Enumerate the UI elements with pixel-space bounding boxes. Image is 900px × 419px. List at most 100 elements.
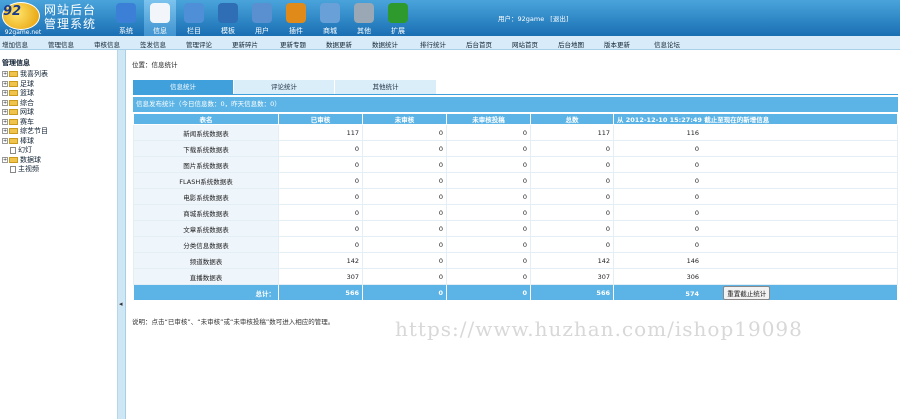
sidebar-item[interactable]: + 综艺节目 bbox=[2, 126, 48, 136]
expand-icon[interactable]: + bbox=[2, 80, 8, 87]
cell-count[interactable]: 307 bbox=[530, 268, 614, 285]
cell-count[interactable]: 0 bbox=[362, 140, 447, 157]
sidebar-item[interactable]: + 足球 bbox=[2, 79, 34, 89]
cell-count[interactable]: 0 bbox=[446, 268, 531, 285]
logout-link[interactable]: [退出] bbox=[550, 15, 568, 23]
sidebar-item[interactable]: 主视频 bbox=[2, 164, 39, 174]
cell-count[interactable]: 307 bbox=[278, 268, 363, 285]
expand-icon[interactable]: + bbox=[2, 71, 8, 77]
expand-icon[interactable]: + bbox=[2, 137, 8, 144]
cell-count[interactable]: 0 bbox=[446, 236, 531, 253]
submenu-item[interactable]: 增加信息 bbox=[2, 39, 28, 49]
cell-count[interactable]: 0 bbox=[530, 140, 614, 157]
reset-stats-button[interactable]: 重置截止统计 bbox=[723, 285, 771, 300]
cell-count[interactable]: 0 bbox=[362, 188, 447, 205]
cell-count[interactable]: 0 bbox=[446, 220, 531, 237]
expand-icon[interactable]: + bbox=[2, 109, 8, 115]
cell-count[interactable]: 142 bbox=[278, 252, 363, 269]
submenu-item[interactable]: 版本更新 bbox=[604, 39, 630, 49]
cell-value: 0 bbox=[354, 240, 359, 249]
cell-count[interactable]: 0 bbox=[362, 268, 447, 285]
cell-count[interactable]: 0 bbox=[530, 220, 614, 237]
cell-count[interactable]: 0 bbox=[362, 156, 447, 173]
cell-count[interactable]: 0 bbox=[278, 220, 363, 237]
submenu-item[interactable]: 审核信息 bbox=[94, 39, 120, 49]
top-nav-plus[interactable]: 扩展 bbox=[382, 0, 414, 36]
sidebar-item[interactable]: + 我喜列表 bbox=[2, 69, 48, 79]
cell-count[interactable]: 0 bbox=[446, 172, 531, 189]
submenu-item[interactable]: 签发信息 bbox=[140, 39, 166, 49]
cell-count[interactable]: 0 bbox=[530, 204, 614, 221]
expand-icon[interactable]: + bbox=[2, 156, 8, 163]
tab-info-stats[interactable]: 信息统计 bbox=[133, 80, 233, 94]
total-unapproved: 0 bbox=[362, 284, 447, 301]
submenu-item[interactable]: 管理评论 bbox=[186, 39, 212, 49]
collapse-arrow-icon[interactable]: ◂ bbox=[119, 300, 123, 308]
submenu-item[interactable]: 后台地图 bbox=[558, 39, 584, 49]
submenu-item[interactable]: 更新碎片 bbox=[232, 39, 258, 49]
submenu-item[interactable]: 后台首页 bbox=[466, 39, 492, 49]
cell-count[interactable]: 0 bbox=[446, 252, 531, 269]
sidebar-item[interactable]: + 综合 bbox=[2, 98, 34, 108]
cell-count[interactable]: 0 bbox=[446, 156, 531, 173]
cell-value: 307 bbox=[346, 272, 359, 281]
cell-count[interactable]: 0 bbox=[530, 172, 614, 189]
expand-icon[interactable]: + bbox=[2, 90, 8, 96]
cell-count[interactable]: 0 bbox=[530, 156, 614, 173]
cell-count[interactable]: 0 bbox=[530, 188, 614, 205]
cell-count[interactable]: 0 bbox=[446, 140, 531, 157]
cell-count[interactable]: 0 bbox=[530, 236, 614, 253]
cell-count[interactable]: 0 bbox=[362, 220, 447, 237]
cell-count[interactable]: 0 bbox=[362, 124, 447, 141]
top-nav-gear[interactable]: 其他 bbox=[348, 0, 380, 36]
submenu-item[interactable]: 信息论坛 bbox=[654, 39, 680, 49]
cell-count[interactable]: 142 bbox=[530, 252, 614, 269]
top-nav-document-edit[interactable]: 信息 bbox=[144, 0, 176, 36]
sidebar-title[interactable]: 管理信息 bbox=[2, 58, 30, 68]
top-nav-shop[interactable]: 商城 bbox=[314, 0, 346, 36]
cell-count[interactable]: 117 bbox=[530, 124, 614, 141]
submenu-item[interactable]: 更新专题 bbox=[280, 39, 306, 49]
cell-count[interactable]: 0 bbox=[278, 204, 363, 221]
expand-icon[interactable]: + bbox=[2, 118, 8, 125]
sidebar-item[interactable]: + 赛车 bbox=[2, 117, 34, 127]
expand-icon[interactable]: + bbox=[2, 99, 8, 106]
top-nav-template[interactable]: 模板 bbox=[212, 0, 244, 36]
top-nav-folder[interactable]: 栏目 bbox=[178, 0, 210, 36]
expand-icon[interactable]: + bbox=[2, 128, 8, 134]
cell-value: 0 bbox=[438, 192, 443, 201]
submenu-item[interactable]: 数据统计 bbox=[372, 39, 398, 49]
top-nav-user[interactable]: 用户 bbox=[246, 0, 278, 36]
sidebar-item[interactable]: + 网球 bbox=[2, 107, 34, 117]
top-nav-label: 其他 bbox=[357, 27, 371, 35]
tab-comment-stats[interactable]: 评论统计 bbox=[234, 80, 334, 94]
submenu-item[interactable]: 网站首页 bbox=[512, 39, 538, 49]
cell-count[interactable]: 0 bbox=[362, 204, 447, 221]
cell-count[interactable]: 0 bbox=[278, 188, 363, 205]
sidebar-splitter[interactable]: ◂ bbox=[118, 50, 126, 419]
tab-other-stats[interactable]: 其他统计 bbox=[335, 80, 436, 94]
cell-count[interactable]: 117 bbox=[278, 124, 363, 141]
cell-count[interactable]: 0 bbox=[278, 236, 363, 253]
sidebar-item[interactable]: + 棒球 bbox=[2, 136, 34, 146]
cell-count[interactable]: 0 bbox=[446, 204, 531, 221]
cell-count[interactable]: 0 bbox=[362, 252, 447, 269]
cell-count[interactable]: 0 bbox=[278, 172, 363, 189]
top-nav-tools[interactable]: 插件 bbox=[280, 0, 312, 36]
cell-new-since: 0 bbox=[613, 204, 898, 221]
sidebar-item[interactable]: 幻灯 bbox=[2, 145, 32, 155]
cell-count[interactable]: 0 bbox=[446, 124, 531, 141]
cell-count[interactable]: 0 bbox=[278, 156, 363, 173]
cell-count[interactable]: 0 bbox=[446, 188, 531, 205]
cell-value: 0 bbox=[522, 176, 527, 185]
submenu-item[interactable]: 排行统计 bbox=[420, 39, 446, 49]
cell-count[interactable]: 0 bbox=[278, 140, 363, 157]
sidebar-item[interactable]: + 数据球 bbox=[2, 155, 41, 165]
submenu-item[interactable]: 管理信息 bbox=[48, 39, 74, 49]
top-nav-globe[interactable]: 系统 bbox=[110, 0, 142, 36]
cell-value: 307 bbox=[597, 272, 610, 281]
submenu-item[interactable]: 数据更新 bbox=[326, 39, 352, 49]
sidebar-item[interactable]: + 篮球 bbox=[2, 88, 34, 98]
cell-count[interactable]: 0 bbox=[362, 172, 447, 189]
cell-count[interactable]: 0 bbox=[362, 236, 447, 253]
